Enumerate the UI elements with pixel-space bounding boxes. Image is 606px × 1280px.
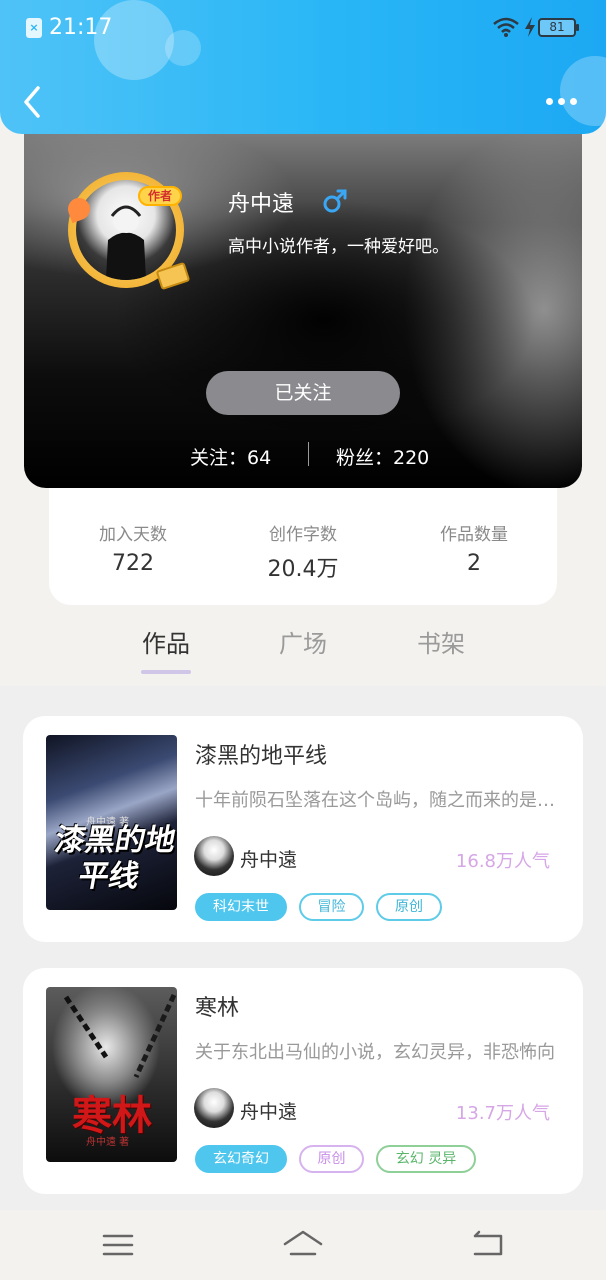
tab-works[interactable]: 作品 — [126, 624, 206, 659]
book-author: 舟中遠 — [240, 1101, 298, 1123]
divider — [308, 442, 309, 466]
avatar[interactable]: 作者 — [62, 158, 192, 298]
cover-title: 漆黑的地平线 — [52, 823, 177, 894]
stats-card: 加入天数 722 创作字数 20.4万 作品数量 2 — [49, 478, 557, 605]
home-button[interactable] — [283, 1228, 323, 1262]
back-arrow-icon — [473, 1230, 503, 1256]
stat-value: 20.4万 — [267, 557, 339, 582]
system-nav-bar — [0, 1210, 606, 1280]
battery-icon: 81 — [538, 18, 579, 37]
book-title: 漆黑的地平线 — [195, 744, 328, 769]
charging-icon — [525, 17, 535, 37]
tag[interactable]: 冒险 — [299, 893, 364, 921]
book-cover: 寒林 舟中遠 著 — [46, 987, 177, 1162]
home-icon — [283, 1230, 323, 1256]
chevron-left-icon — [24, 86, 40, 118]
tag[interactable]: 科幻末世 — [195, 893, 287, 921]
more-dot — [570, 98, 577, 105]
stat-label: 创作字数 — [269, 525, 337, 545]
book-card[interactable]: 寒林 舟中遠 著 寒林 关于东北出马仙的小说，玄幻灵异，非恐怖向 舟中遠 13.… — [23, 968, 583, 1194]
back-button[interactable] — [18, 84, 50, 120]
status-bar: × 21:17 81 — [0, 0, 606, 56]
author-avatar — [194, 836, 234, 876]
stat-works-count: 作品数量 2 — [409, 520, 539, 576]
author-avatar — [194, 1088, 234, 1128]
book-description: 十年前陨石坠落在这个岛屿，随之而来的是怪物 — [195, 790, 561, 811]
stat-label: 作品数量 — [440, 525, 508, 545]
book-cover: 舟中遠 著 漆黑的地平线 — [46, 735, 177, 910]
status-time: 21:17 — [49, 15, 113, 40]
stat-join-days: 加入天数 722 — [68, 520, 198, 576]
top-bar: × 21:17 81 — [0, 0, 606, 134]
active-tab-indicator — [141, 670, 191, 674]
book-popularity: 13.7万人气 — [455, 1103, 550, 1124]
more-dots-icon — [546, 98, 553, 105]
book-card[interactable]: 舟中遠 著 漆黑的地平线 漆黑的地平线 十年前陨石坠落在这个岛屿，随之而来的是怪… — [23, 716, 583, 942]
tag[interactable]: 原创 — [376, 893, 442, 921]
follow-button[interactable]: 已关注 — [206, 371, 400, 415]
male-icon — [323, 189, 347, 213]
stat-value: 2 — [467, 551, 481, 576]
book-popularity: 16.8万人气 — [455, 851, 550, 872]
book-author: 舟中遠 — [240, 849, 298, 871]
tag[interactable]: 玄幻 灵异 — [376, 1145, 476, 1173]
back-nav-button[interactable] — [467, 1228, 507, 1262]
tab-square[interactable]: 广场 — [263, 624, 343, 659]
more-button[interactable] — [544, 90, 580, 114]
tag[interactable]: 原创 — [299, 1145, 364, 1173]
book-description: 关于东北出马仙的小说，玄幻灵异，非恐怖向 — [195, 1042, 555, 1063]
profile-name: 舟中遠 — [228, 192, 295, 217]
wifi-icon — [493, 17, 519, 37]
tab-bookshelf[interactable]: 书架 — [401, 624, 481, 659]
following-count[interactable]: 关注：64 — [190, 443, 271, 470]
stat-value: 722 — [112, 551, 154, 576]
stat-word-count: 创作字数 20.4万 — [238, 520, 368, 583]
more-dot — [558, 98, 565, 105]
author-badge: 作者 — [138, 186, 182, 206]
profile-card: 作者 舟中遠 高中小说作者，一种爱好吧。 已关注 关注：64 粉丝：220 — [24, 110, 582, 488]
menu-icon — [102, 1234, 134, 1256]
tag[interactable]: 玄幻奇幻 — [195, 1145, 287, 1173]
cover-author: 舟中遠 著 — [86, 1137, 130, 1148]
tab-bar: 作品 广场 书架 — [0, 610, 606, 690]
sim-icon: × — [26, 18, 42, 38]
stat-label: 加入天数 — [99, 525, 167, 545]
menu-button[interactable] — [98, 1228, 138, 1262]
fans-count[interactable]: 粉丝：220 — [336, 443, 429, 470]
book-title: 寒林 — [195, 996, 240, 1021]
profile-bio: 高中小说作者，一种爱好吧。 — [228, 237, 449, 257]
